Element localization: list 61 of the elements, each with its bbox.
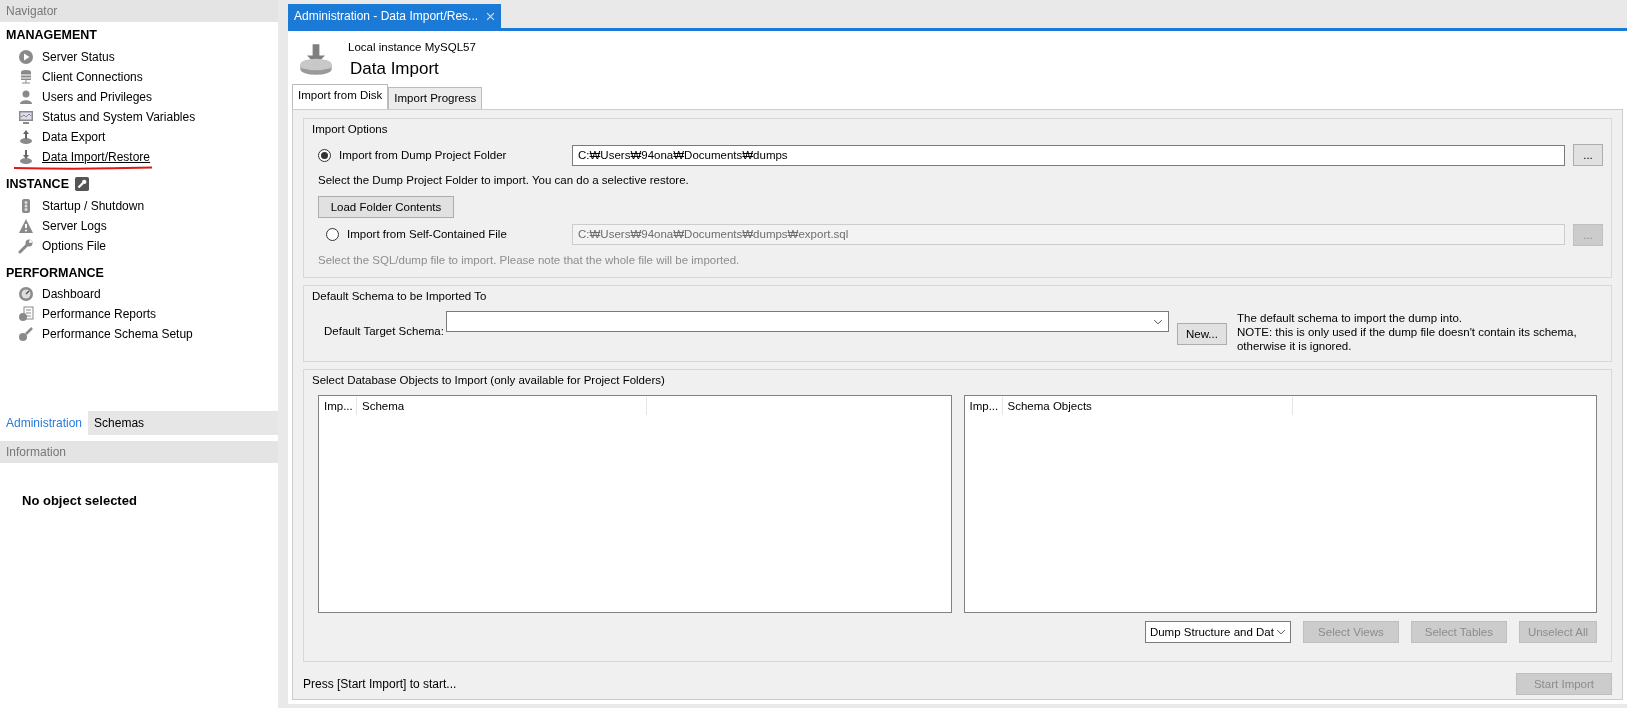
schema-dropdown[interactable] <box>446 311 1169 332</box>
section-title: PERFORMANCE <box>6 264 104 282</box>
section-title: MANAGEMENT <box>6 27 97 44</box>
nav-item[interactable]: Performance Schema Setup <box>0 324 278 345</box>
radio-option[interactable]: Import from Self-Contained File <box>312 225 572 244</box>
hint-text: Select the Dump Project Folder to import. You can do a selective restore. <box>317 173 690 189</box>
group-title: Select Database Objects to Import (only available for Project Folders) <box>312 373 666 388</box>
new-button[interactable]: New... <box>1177 323 1227 345</box>
wrench-icon <box>18 237 34 254</box>
nav-item[interactable]: Server Logs <box>0 215 278 236</box>
sidebar-tab[interactable]: Schemas <box>88 411 151 435</box>
upload-icon <box>18 128 34 145</box>
tab[interactable]: Import from Disk <box>292 83 389 109</box>
hint-text: Select the SQL/dump file to import. Please note that the whole file will be imported. <box>317 252 741 268</box>
warning-icon <box>18 217 34 234</box>
tab[interactable]: Import Progress <box>388 86 483 109</box>
load-button[interactable]: Load Folder Contents <box>318 195 454 218</box>
close-icon <box>486 11 496 21</box>
wrench-icon <box>74 177 89 192</box>
column-header[interactable]: Imp... <box>964 397 1003 416</box>
nav-item[interactable]: Data Export <box>0 126 278 147</box>
status-text: Press [Start Import] to start... <box>303 676 457 693</box>
gauge-icon <box>18 286 34 303</box>
nav-item[interactable]: Users and Privileges <box>0 86 278 107</box>
radio-option[interactable]: Import from Dump Project Folder <box>312 146 572 164</box>
note-text: otherwise it is ignored. <box>1236 339 1353 353</box>
sidebar-tab[interactable]: Administration <box>0 411 89 435</box>
nav-item[interactable]: Startup / Shutdown <box>0 195 278 216</box>
path-field[interactable]: C:₩Users₩94ona₩Documents₩dumps₩export.sql <box>572 224 1565 245</box>
column-header[interactable]: Schema Objects <box>1002 397 1293 416</box>
nav-item[interactable]: Status and System Variables <box>0 106 278 127</box>
status-message: No object selected <box>21 492 138 510</box>
document-tab[interactable]: Administration - Data Import/Res... <box>288 4 502 28</box>
stopwatch-wrench-icon <box>18 326 34 343</box>
column-header[interactable]: Imp... <box>319 397 357 416</box>
database-icon <box>18 68 34 85</box>
column-header[interactable]: Schema <box>357 397 647 416</box>
field-label: Default Target Schema: <box>324 324 445 339</box>
panel-header: Navigator <box>0 0 278 22</box>
path-field[interactable]: C:₩Users₩94ona₩Documents₩dumps <box>572 144 1565 166</box>
monitor-icon <box>18 108 34 125</box>
nav-item[interactable]: Server Status <box>0 46 278 67</box>
nav-item[interactable]: Data Import/Restore <box>0 146 278 167</box>
user-icon <box>18 88 34 105</box>
note-text: The default schema to import the dump into. <box>1236 311 1463 325</box>
panel-header: Information <box>0 441 278 463</box>
report-icon <box>18 306 34 323</box>
page-title: Data Import <box>349 58 440 81</box>
dump-type-dropdown[interactable]: Dump Structure and Dat <box>1144 621 1291 644</box>
play-icon <box>18 48 34 65</box>
section-title: INSTANCE <box>6 175 69 193</box>
download-icon <box>18 148 34 165</box>
nav-item[interactable]: Options File <box>0 235 278 256</box>
nav-item[interactable]: Client Connections <box>0 66 278 87</box>
group-title: Import Options <box>312 122 389 137</box>
group-title: Default Schema to be Imported To <box>312 288 488 304</box>
note-text: NOTE: this is only used if the dump file doesn't contain its schema, <box>1236 325 1577 339</box>
browse-button[interactable]: ... <box>1573 144 1603 167</box>
nav-item[interactable]: Dashboard <box>0 284 278 305</box>
subtitle: Local instance MySQL57 <box>348 40 476 55</box>
nav-item[interactable]: Performance Reports <box>0 304 278 325</box>
